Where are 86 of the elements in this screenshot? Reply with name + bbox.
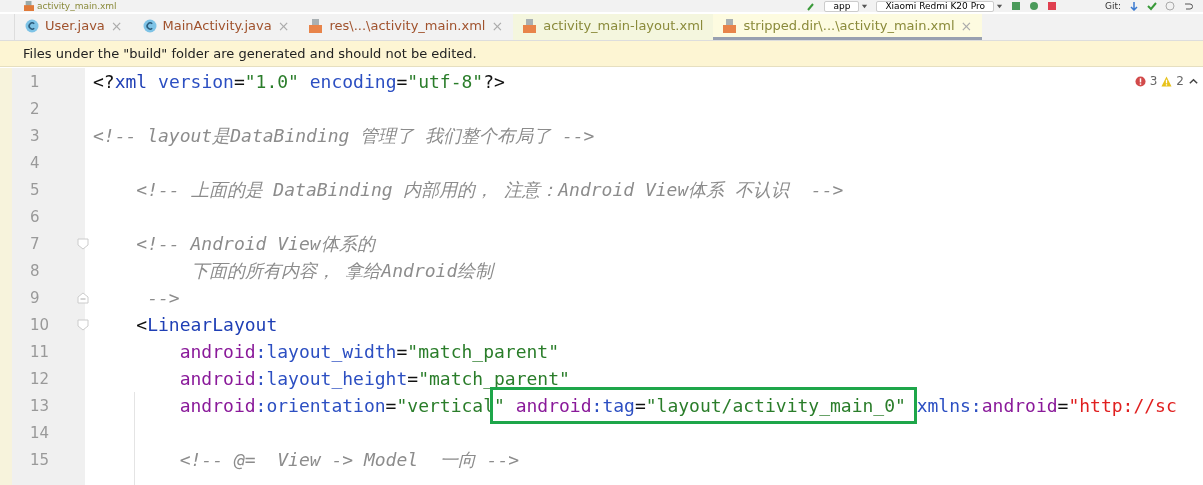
code-token: android bbox=[178, 395, 256, 416]
code-token: :tag bbox=[591, 395, 635, 416]
code-token: android bbox=[514, 395, 592, 416]
code-token: :layout_height bbox=[255, 368, 408, 389]
code-token: "utf-8" bbox=[407, 71, 484, 92]
line-number: 14 bbox=[30, 423, 50, 442]
close-tab-button[interactable]: × bbox=[277, 17, 290, 34]
code-token: <!-- 上面的是 DataBinding 内部用的， 注意：Android View体系 不认识 --> bbox=[135, 179, 844, 200]
undo-icon[interactable] bbox=[1183, 1, 1193, 11]
xml-file-icon bbox=[309, 18, 324, 33]
code-token: " bbox=[494, 395, 505, 416]
editor-tab[interactable]: stripped.dir\...\activity_main.xml × bbox=[713, 14, 983, 40]
fold-marker-icon[interactable] bbox=[77, 237, 89, 250]
line-number: 1 bbox=[30, 72, 40, 91]
class-file-icon bbox=[142, 18, 157, 33]
editor-tab[interactable]: res\...\activity_main.xml × bbox=[299, 14, 514, 40]
close-tab-button[interactable]: × bbox=[110, 17, 123, 34]
error-icon[interactable] bbox=[1134, 75, 1146, 87]
code-token: = bbox=[233, 71, 245, 92]
line-number: 12 bbox=[30, 369, 50, 388]
close-tab-button[interactable]: × bbox=[491, 17, 504, 34]
line-number: 4 bbox=[30, 153, 40, 172]
warning-icon[interactable] bbox=[1161, 75, 1173, 87]
code-token: xmlns: bbox=[916, 395, 982, 416]
code-token: <!-- Android View体系的 bbox=[135, 233, 375, 254]
fold-marker-icon[interactable] bbox=[77, 318, 89, 331]
code-token: "1.0" bbox=[244, 71, 299, 92]
code-token: :layout_width bbox=[255, 341, 397, 362]
code-token: android bbox=[981, 395, 1058, 416]
code-token: xml bbox=[114, 71, 148, 92]
line-number: 8 bbox=[30, 261, 40, 280]
dropdown-caret-icon bbox=[861, 2, 869, 10]
code-token: "http://sc bbox=[1068, 395, 1177, 416]
line-number: 5 bbox=[30, 180, 40, 199]
line-number: 9 bbox=[30, 288, 40, 307]
code-token: <!-- @= View -> Model 一向 --> bbox=[178, 449, 520, 470]
commit-icon[interactable] bbox=[1147, 1, 1157, 11]
code-token: "layout/activity_main_0" bbox=[645, 395, 907, 416]
code-token: ?> bbox=[483, 71, 505, 92]
code-token: = bbox=[634, 395, 646, 416]
xml-file-icon bbox=[523, 18, 538, 33]
update-icon[interactable] bbox=[1129, 1, 1139, 11]
code-token: LinearLayout bbox=[147, 314, 278, 335]
code-token: = bbox=[407, 368, 419, 389]
stop-icon[interactable] bbox=[1046, 1, 1057, 11]
line-number: 10 bbox=[30, 315, 50, 334]
banner-text: Files under the "build" folder are generated and should not be edited. bbox=[23, 46, 477, 61]
code-token: = bbox=[1057, 395, 1069, 416]
code-token: android bbox=[178, 368, 256, 389]
code-token: <? bbox=[93, 71, 115, 92]
error-count: 3 bbox=[1149, 74, 1158, 88]
code-token: = bbox=[396, 71, 408, 92]
code-token: <!-- layout是DataBinding 管理了 我们整个布局了 --> bbox=[93, 125, 595, 146]
warning-count: 2 bbox=[1176, 74, 1184, 88]
line-number: 6 bbox=[30, 207, 40, 226]
git-label: Git: bbox=[1104, 1, 1121, 11]
close-tab-button[interactable]: × bbox=[960, 17, 973, 34]
code-token: android bbox=[178, 341, 256, 362]
breadcrumb-item[interactable]: activity_main.xml bbox=[37, 1, 117, 11]
code-token: = bbox=[396, 341, 408, 362]
dropdown-caret-icon bbox=[995, 2, 1003, 10]
line-number: 2 bbox=[30, 99, 40, 118]
editor-tab[interactable]: MainActivity.java × bbox=[132, 14, 300, 40]
editor-tab[interactable]: activity_main-layout.xml bbox=[513, 14, 714, 40]
code-token: = bbox=[385, 395, 397, 416]
code-token: 下面的所有内容， 拿给Android绘制 bbox=[189, 260, 494, 281]
code-token: "vertical bbox=[396, 395, 494, 416]
code-token: "match_parent" bbox=[407, 341, 559, 362]
line-number: 13 bbox=[30, 396, 50, 415]
editor-tab[interactable]: User.java × bbox=[15, 14, 133, 40]
code-token: encoding bbox=[308, 71, 397, 92]
code-token: :orientation bbox=[255, 395, 386, 416]
xml-file-icon bbox=[24, 1, 34, 11]
class-file-icon bbox=[25, 18, 39, 33]
line-number: 11 bbox=[30, 342, 50, 361]
xml-file-icon bbox=[723, 18, 738, 33]
code-token: < bbox=[135, 314, 148, 335]
code-token: --> bbox=[146, 287, 180, 308]
run-config-dropdown[interactable]: app bbox=[824, 0, 860, 12]
line-number: 7 bbox=[30, 234, 40, 253]
code-token: version bbox=[157, 71, 234, 92]
line-number: 15 bbox=[30, 450, 50, 469]
line-number: 3 bbox=[30, 126, 40, 145]
fold-marker-icon[interactable] bbox=[77, 291, 89, 304]
code-token: "match_parent" bbox=[418, 368, 570, 389]
device-dropdown[interactable]: Xiaomi Redmi K20 Pro bbox=[876, 0, 994, 12]
